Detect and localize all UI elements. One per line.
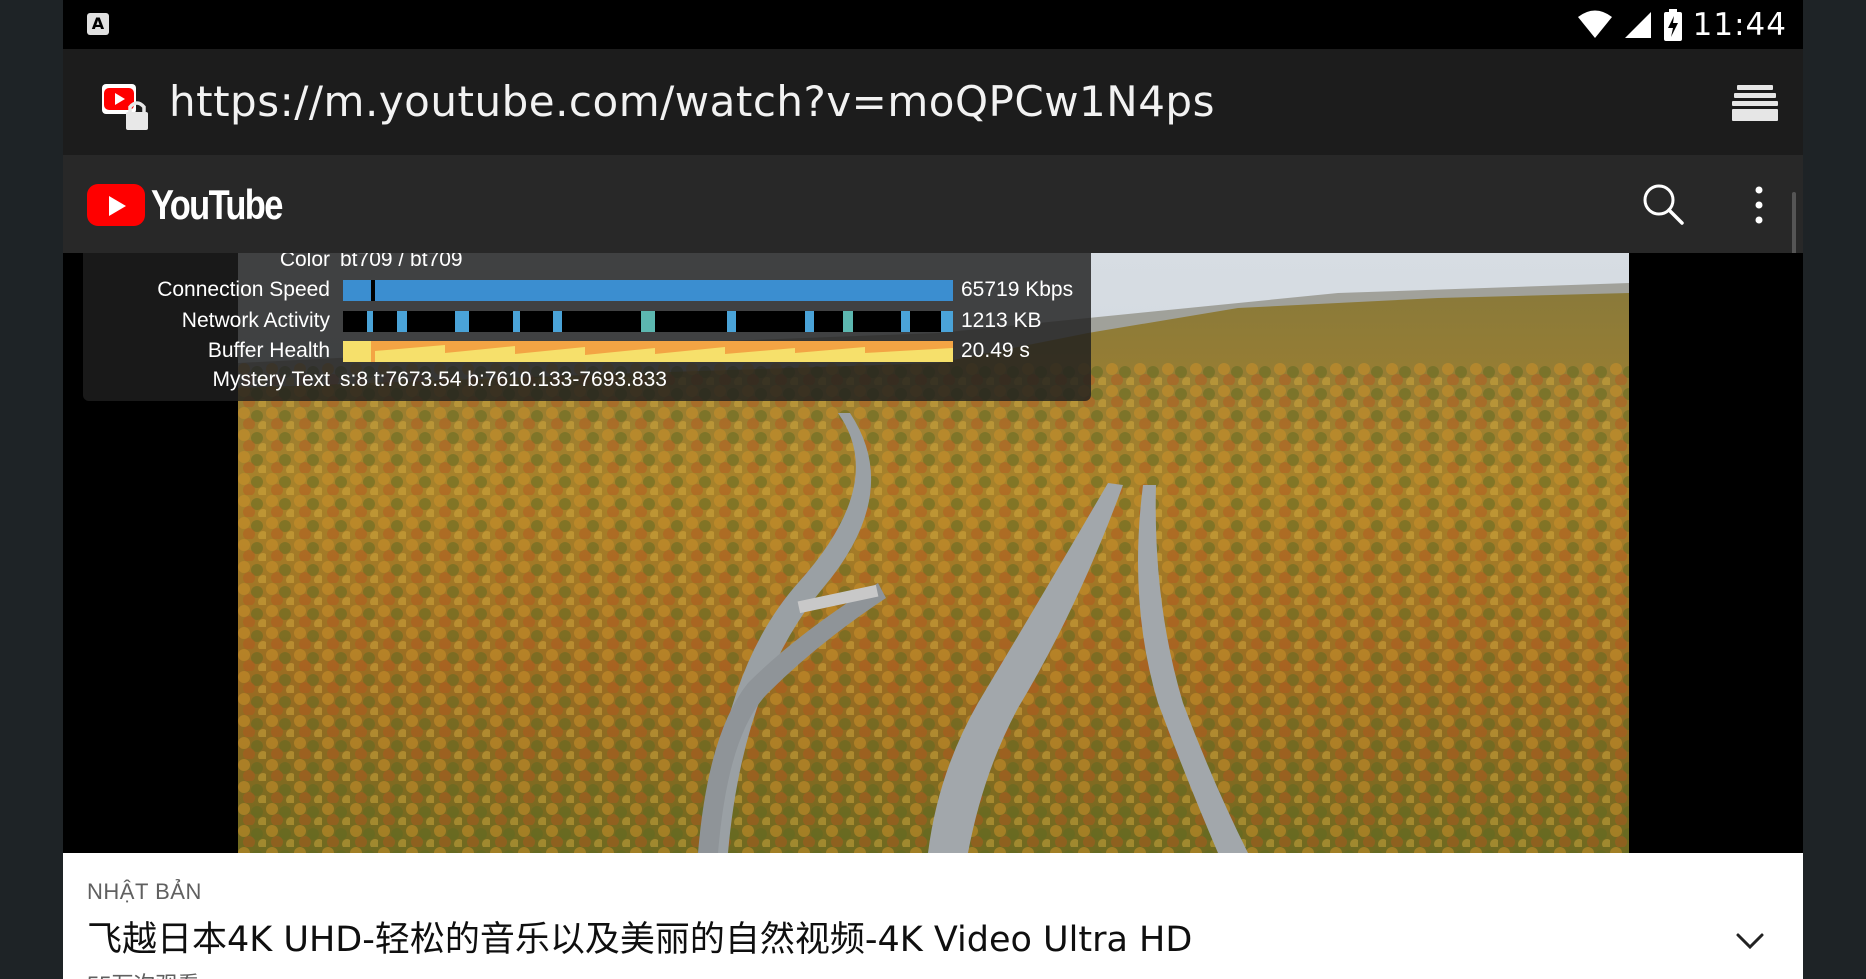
url-text[interactable]: https://m.youtube.com/watch?v=moQPCw1N4p… — [169, 77, 1215, 126]
stats-for-nerds-panel: Color bt709 / bt709 Connection Speed 657… — [83, 253, 1091, 401]
browser-url-bar: https://m.youtube.com/watch?v=moQPCw1N4p… — [63, 49, 1803, 155]
more-vertical-icon[interactable] — [1753, 185, 1765, 225]
chevron-down-icon[interactable] — [1735, 931, 1765, 951]
stat-row-buffer-health: Buffer Health 20.49 s — [83, 336, 1091, 366]
stat-row-connection-speed: Connection Speed 65719 Kbps — [83, 275, 1091, 305]
network-activity-bar — [343, 311, 953, 332]
wifi-icon — [1577, 10, 1612, 38]
video-title[interactable]: 飞越日本4K UHD-轻松的音乐以及美丽的自然视频-4K Video Ultra… — [87, 911, 1192, 962]
stat-value-color: bt709 / bt709 — [340, 253, 463, 271]
youtube-play-icon — [87, 184, 145, 226]
stat-label-mystery-text: Mystery Text — [212, 368, 330, 391]
notification-badge-icon: A — [87, 13, 109, 35]
stat-value-buffer-health: 20.49 s — [961, 339, 1030, 362]
search-icon[interactable] — [1641, 182, 1685, 226]
buffer-health-bar — [343, 341, 953, 362]
stat-label-network-activity: Network Activity — [181, 309, 330, 332]
battery-charging-icon — [1663, 9, 1682, 41]
stat-label-buffer-health: Buffer Health — [207, 339, 330, 362]
status-icons: 11:44 — [1577, 6, 1787, 44]
youtube-logo-text: YouTube — [151, 181, 283, 228]
video-player[interactable]: Color bt709 / bt709 Connection Speed 657… — [63, 253, 1803, 853]
stat-value-mystery-text: s:8 t:7673.54 b:7610.133-7693.833 — [340, 368, 667, 391]
youtube-header: YouTube — [63, 155, 1803, 474]
status-bar: A 11:44 — [63, 0, 1803, 49]
stat-row-network-activity: Network Activity 1213 KB — [83, 306, 1091, 336]
signal-icon — [1624, 12, 1651, 38]
youtube-logo[interactable]: YouTube — [87, 181, 310, 229]
stat-value-connection-speed: 65719 Kbps — [961, 278, 1074, 301]
stat-value-network-activity: 1213 KB — [961, 309, 1042, 332]
stat-row-color: Color bt709 / bt709 — [83, 253, 1091, 275]
connection-speed-bar — [343, 280, 953, 301]
video-location-tag[interactable]: NHẬT BẢN — [87, 879, 202, 905]
video-info-section: NHẬT BẢN 飞越日本4K UHD-轻松的音乐以及美丽的自然视频-4K Vi… — [63, 853, 1803, 979]
youtube-lock-icon[interactable] — [100, 82, 152, 132]
video-view-count: 55万次观看 — [87, 967, 199, 979]
stat-row-mystery-text: Mystery Text s:8 t:7673.54 b:7610.133-76… — [83, 365, 1091, 395]
tabs-stack-icon[interactable] — [1731, 83, 1779, 123]
clock: 11:44 — [1692, 7, 1787, 43]
stat-label-color: Color — [279, 253, 330, 271]
stat-label-connection-speed: Connection Speed — [157, 278, 330, 301]
phone-screen: A 11:44 https://m.youtube.com/watch?v=mo… — [63, 0, 1803, 979]
